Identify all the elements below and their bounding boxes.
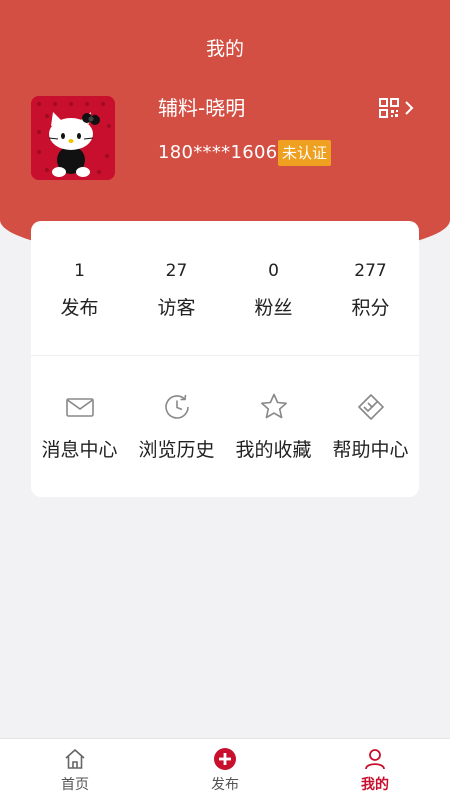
tab-label: 发布 xyxy=(211,777,239,793)
menu-item-favorites[interactable]: 我的收藏 xyxy=(225,356,322,497)
stat-fans[interactable]: 0 粉丝 xyxy=(225,221,322,355)
user-icon xyxy=(365,749,385,770)
stat-value: 1 xyxy=(74,261,85,281)
stat-label: 积分 xyxy=(351,297,390,319)
tab-label: 我的 xyxy=(361,777,389,793)
menu-item-label: 帮助中心 xyxy=(332,439,409,461)
menu-item-label: 消息中心 xyxy=(41,439,118,461)
tab-home[interactable]: 首页 xyxy=(0,739,150,800)
stat-value: 0 xyxy=(268,261,279,281)
menu-item-help[interactable]: 帮助中心 xyxy=(322,356,419,497)
stats-row: 1 发布 27 访客 0 粉丝 277 积分 xyxy=(31,221,419,355)
add-circle-icon xyxy=(214,748,236,770)
stat-value: 27 xyxy=(165,261,188,281)
handshake-icon xyxy=(357,394,384,420)
tab-label: 首页 xyxy=(61,777,89,793)
qr-code-button[interactable] xyxy=(378,96,418,120)
verify-status-badge[interactable]: 未认证 xyxy=(278,140,332,166)
chevron-right-icon xyxy=(405,101,414,115)
profile-card: 1 发布 27 访客 0 粉丝 277 积分 消息中心 浏览历史 我的收藏 帮助… xyxy=(31,221,419,497)
tab-mine[interactable]: 我的 xyxy=(300,739,450,800)
menu-item-label: 浏览历史 xyxy=(138,439,215,461)
menu-item-label: 我的收藏 xyxy=(235,439,312,461)
menu-item-history[interactable]: 浏览历史 xyxy=(128,356,225,497)
menu-row: 消息中心 浏览历史 我的收藏 帮助中心 xyxy=(31,356,419,497)
qr-code-icon xyxy=(379,98,399,118)
stat-label: 访客 xyxy=(157,297,196,319)
hello-kitty-avatar-icon xyxy=(31,96,115,180)
stat-points[interactable]: 277 积分 xyxy=(322,221,419,355)
menu-item-messages[interactable]: 消息中心 xyxy=(31,356,128,497)
stat-posts[interactable]: 1 发布 xyxy=(31,221,128,355)
home-icon xyxy=(65,749,85,769)
bottom-tab-bar: 首页 发布 我的 xyxy=(0,738,450,800)
avatar[interactable] xyxy=(31,96,115,180)
history-icon xyxy=(164,394,189,419)
stat-visitors[interactable]: 27 访客 xyxy=(128,221,225,355)
phone-number: 180****1606 xyxy=(158,142,278,163)
stat-label: 发布 xyxy=(60,297,99,319)
tab-publish[interactable]: 发布 xyxy=(150,739,300,800)
page-title: 我的 xyxy=(205,38,244,60)
stat-label: 粉丝 xyxy=(254,297,293,319)
mail-icon xyxy=(65,398,94,417)
username: 辅料-晓明 xyxy=(158,96,246,120)
stat-value: 277 xyxy=(354,261,387,281)
star-icon xyxy=(260,393,287,419)
